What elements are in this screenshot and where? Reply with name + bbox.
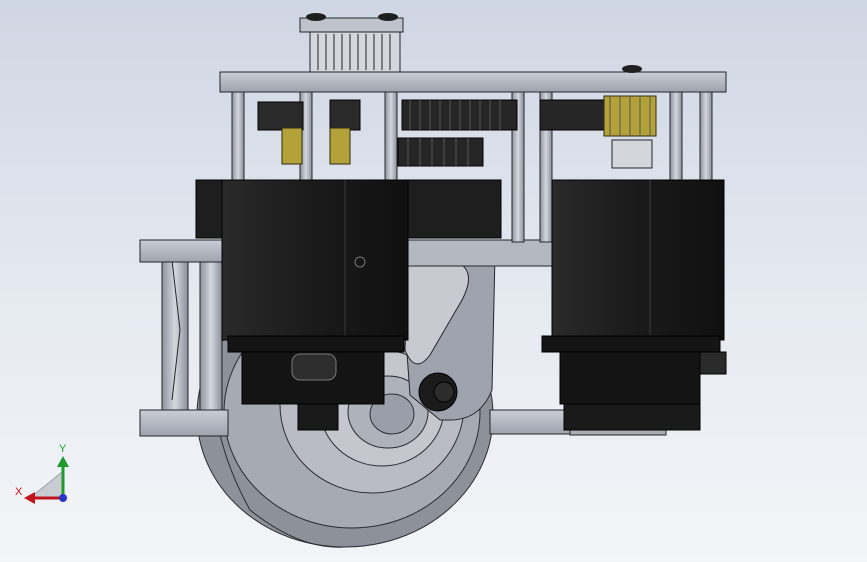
cad-model[interactable] — [0, 0, 867, 562]
axis-triad[interactable] — [24, 456, 69, 504]
top-mount — [299, 13, 642, 73]
axis-x-label: X — [15, 486, 23, 498]
left-motor — [221, 179, 409, 431]
right-motor — [541, 179, 727, 431]
y-axis-arrowhead — [57, 456, 69, 467]
x-axis-arrowhead — [24, 492, 35, 504]
gear-train — [257, 95, 657, 169]
left-bracket — [161, 254, 223, 411]
3d-viewport[interactable]: X Y — [0, 0, 867, 562]
axis-y-label: Y — [59, 443, 67, 455]
z-axis-origin — [59, 494, 67, 502]
wheel-fork — [399, 254, 496, 421]
